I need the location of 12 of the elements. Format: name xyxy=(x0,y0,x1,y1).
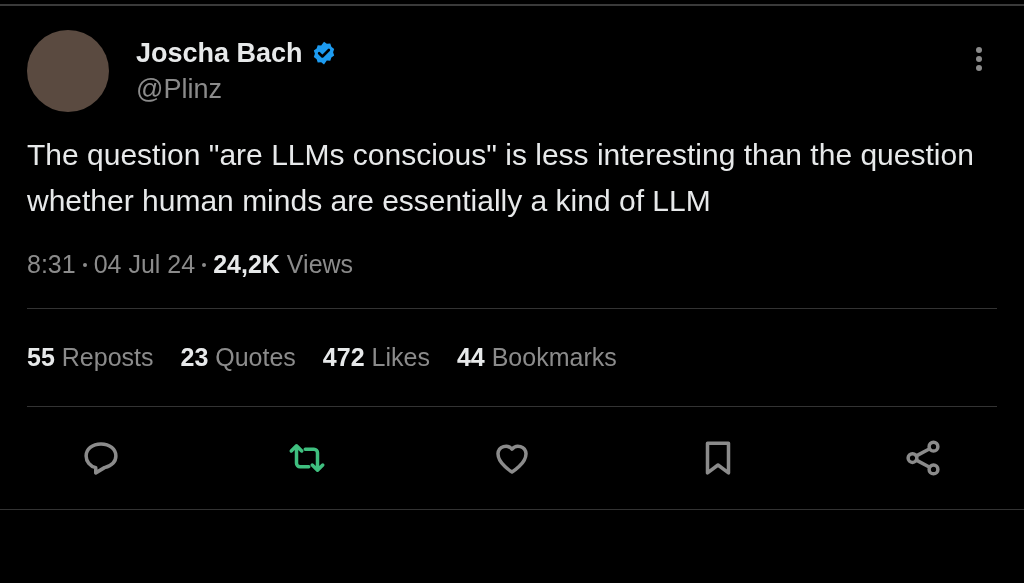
engagement-stat[interactable]: 55 Reposts xyxy=(27,338,154,376)
engagement-stat[interactable]: 472 Likes xyxy=(322,338,430,376)
more-options-icon[interactable] xyxy=(975,46,983,72)
author-name[interactable]: Joscha Bach xyxy=(136,35,303,71)
post-time: 8:31 xyxy=(27,249,76,280)
post-date: 04 Jul 24 xyxy=(93,249,196,280)
engagement-stat[interactable]: 23 Quotes xyxy=(180,338,296,376)
views-count: 24,2K xyxy=(213,249,280,280)
tweet-text: The question "are LLMs conscious" is less interesting than the question whether human minds are essentially a kind of LLM xyxy=(26,137,975,219)
engagement-stat[interactable]: 44 Bookmarks xyxy=(456,338,617,376)
author-handle[interactable]: @Plinz xyxy=(136,71,337,107)
views-label: Views xyxy=(286,249,354,280)
